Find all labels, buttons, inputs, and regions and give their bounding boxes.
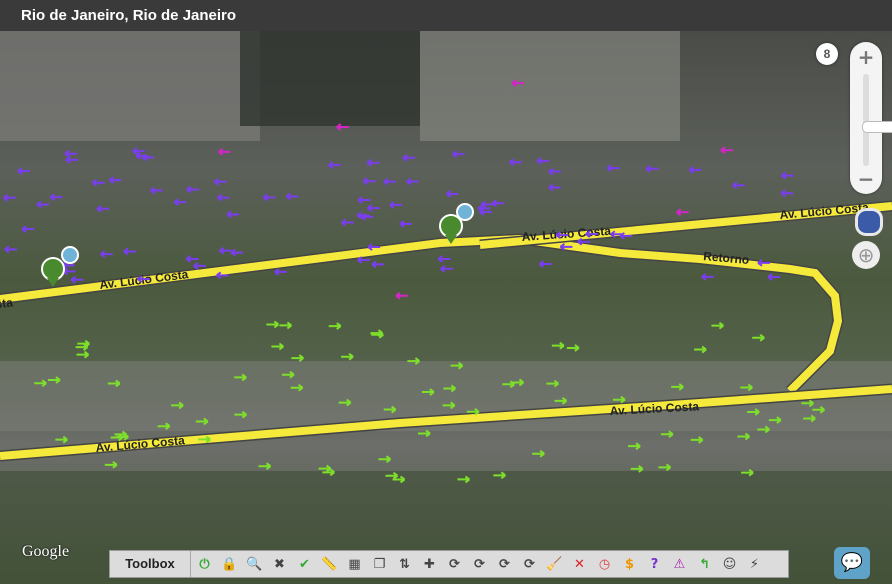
no-entry-icon[interactable]: ✕: [568, 553, 591, 575]
roundabout-icon[interactable]: ⟳: [493, 553, 516, 575]
zoom-control[interactable]: + −: [850, 42, 892, 194]
layers-button[interactable]: [855, 208, 883, 236]
page-title: Rio de Janeiro, Rio de Janeiro: [0, 0, 892, 31]
power-icon[interactable]: ⏻: [193, 553, 216, 575]
roundabout-icon[interactable]: ⟳: [443, 553, 466, 575]
tools-icon[interactable]: ✖: [268, 553, 291, 575]
turn-icon[interactable]: ↰: [693, 553, 716, 575]
help-icon[interactable]: ?: [643, 553, 666, 575]
face-icon[interactable]: ☺: [718, 553, 741, 575]
grid-icon[interactable]: ▦: [343, 553, 366, 575]
copy-icon[interactable]: ❐: [368, 553, 391, 575]
check-icon[interactable]: ✔: [293, 553, 316, 575]
road-label: sta: [0, 295, 14, 311]
map-svg[interactable]: Av. Lúcio Costa Av. Lúcio Costa Av. Lúci…: [0, 31, 892, 584]
search-icon[interactable]: 🔍: [243, 553, 266, 575]
broom-icon[interactable]: 🧹: [543, 553, 566, 575]
lock-icon[interactable]: 🔒: [218, 553, 241, 575]
zoom-in-button[interactable]: +: [850, 44, 882, 70]
roundabout-icon[interactable]: ⟳: [468, 553, 491, 575]
google-logo: Google: [22, 543, 70, 560]
cross-icon[interactable]: ✚: [418, 553, 441, 575]
zoom-out-button[interactable]: −: [850, 166, 882, 192]
locate-icon[interactable]: ⊕: [852, 241, 880, 269]
toolbox[interactable]: Toolbox ⏻ 🔒 🔍 ✖ ✔ 📏 ▦ ❐ ⇅ ✚ ⟳ ⟳ ⟳ ⟳ 🧹 ✕ ◷ $? ⚠ ↰ ☺ ⚡: [109, 550, 789, 578]
zoom-level-badge: 8: [816, 43, 838, 65]
map-view[interactable]: Av. Lúcio Costa Av. Lúcio Costa Av. Lúci…: [0, 31, 892, 584]
warning-icon[interactable]: ⚠: [668, 553, 691, 575]
toolbox-label: Toolbox: [110, 551, 191, 577]
zoom-slider-thumb[interactable]: [862, 121, 892, 133]
dollar-icon[interactable]: $: [618, 553, 641, 575]
clock-icon[interactable]: ◷: [593, 553, 616, 575]
ruler-icon[interactable]: 📏: [318, 553, 341, 575]
chat-icon[interactable]: 💬: [834, 547, 870, 579]
arrows-icon[interactable]: ⇅: [393, 553, 416, 575]
roundabout-icon[interactable]: ⟳: [518, 553, 541, 575]
speed-icon[interactable]: ⚡: [743, 553, 766, 575]
zoom-slider-track[interactable]: [862, 74, 892, 166]
